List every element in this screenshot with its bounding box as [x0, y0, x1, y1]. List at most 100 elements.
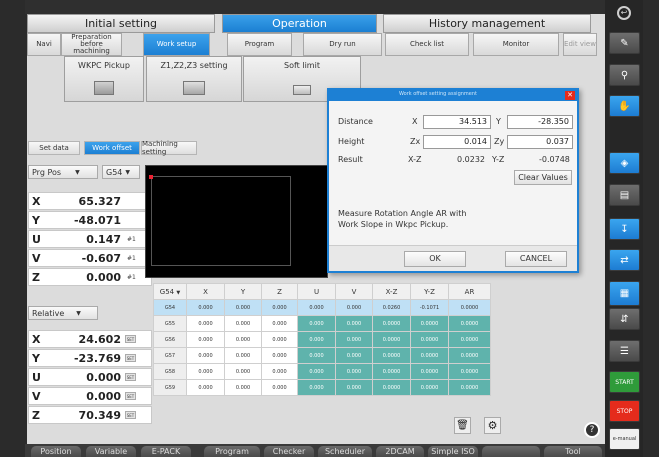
move-icon[interactable]: ⇄	[609, 249, 640, 271]
gear-icon[interactable]: ⚙	[484, 417, 501, 434]
table-cell[interactable]: 0.0000	[372, 379, 411, 396]
key-icon[interactable]: ⚲	[609, 64, 640, 86]
jog-icon[interactable]: ⇵	[609, 308, 640, 330]
table-row[interactable]: G59 0.000 0.000 0.000 0.000 0.000 0.0000…	[153, 379, 491, 396]
pickup-z-setting[interactable]: Z1,Z2,Z3 setting	[146, 56, 242, 102]
table-cell[interactable]: 0.0000	[448, 331, 491, 348]
table-cell[interactable]: 0.0000	[410, 331, 449, 348]
table-cell[interactable]: 0.0000	[448, 363, 491, 380]
offset-selector[interactable]: G54 ▼	[153, 283, 187, 300]
table-cell[interactable]: 0.000	[224, 315, 262, 332]
coord-select[interactable]: G54 ▼	[102, 165, 140, 179]
table-cell[interactable]: 0.000	[186, 379, 225, 396]
bottom-tab-blank[interactable]	[482, 446, 540, 457]
e-manual-button[interactable]: e-manual	[609, 428, 640, 450]
set-button[interactable]: SET	[125, 335, 136, 343]
table-cell[interactable]: 0.000	[335, 379, 373, 396]
table-cell[interactable]: 0.000	[186, 347, 225, 364]
table-row[interactable]: G54 0.000 0.000 0.000 0.000 0.000 0.0260…	[153, 299, 491, 316]
edit-icon[interactable]: ✎	[609, 32, 640, 54]
align-icon[interactable]: ◈	[609, 152, 640, 174]
table-cell[interactable]: 0.000	[186, 363, 225, 380]
set-button[interactable]: SET	[125, 411, 136, 419]
subtab-check-list[interactable]: Check list	[385, 33, 469, 56]
table-cell[interactable]: 0.0000	[410, 379, 449, 396]
table-cell[interactable]: 0.000	[224, 363, 262, 380]
table-cell[interactable]: 0.000	[186, 315, 225, 332]
table-cell[interactable]: 0.0000	[410, 363, 449, 380]
split-icon[interactable]: ☰	[609, 340, 640, 362]
table-cell[interactable]: 0.000	[261, 363, 298, 380]
table-cell[interactable]: 0.0000	[372, 347, 411, 364]
hand-icon[interactable]: ✋	[609, 95, 640, 117]
table-cell[interactable]: 0.000	[261, 315, 298, 332]
table-cell[interactable]: 0.000	[224, 331, 262, 348]
table-cell[interactable]: 0.0000	[372, 315, 411, 332]
table-cell[interactable]: 0.0260	[372, 299, 411, 316]
ok-button[interactable]: OK	[404, 251, 466, 267]
relative-mode-select[interactable]: Relative ▼	[28, 306, 98, 320]
bottom-tab-simple-iso[interactable]: Simple ISO	[428, 446, 478, 457]
down-arrow-icon[interactable]: ↧	[609, 218, 640, 240]
table-cell[interactable]: 0.000	[224, 299, 262, 316]
start-button[interactable]: START	[609, 371, 640, 393]
table-cell[interactable]: 0.000	[335, 331, 373, 348]
table-cell[interactable]: 0.0000	[410, 347, 449, 364]
table-cell[interactable]: 0.000	[335, 363, 373, 380]
table-cell[interactable]: 0.000	[261, 331, 298, 348]
bottom-tab-checker[interactable]: Checker	[264, 446, 314, 457]
bottom-tab-2dcam[interactable]: 2DCAM	[376, 446, 424, 457]
table-cell[interactable]: 0.000	[297, 315, 336, 332]
bottom-tab-program[interactable]: Program	[204, 446, 260, 457]
table-cell[interactable]: 0.000	[224, 347, 262, 364]
bottom-tab-epack[interactable]: E-PACK	[141, 446, 191, 457]
table-cell[interactable]: 0.000	[297, 347, 336, 364]
table-cell[interactable]: 0.000	[261, 347, 298, 364]
table-cell[interactable]: 0.000	[261, 379, 298, 396]
table-row[interactable]: G55 0.000 0.000 0.000 0.000 0.000 0.0000…	[153, 315, 491, 332]
close-icon[interactable]: ✕	[565, 91, 575, 100]
bottom-tab-variable[interactable]: Variable	[86, 446, 136, 457]
cancel-button[interactable]: CANCEL	[505, 251, 567, 267]
subtab-dry-run[interactable]: Dry run	[303, 33, 382, 56]
trash-icon[interactable]: 🗑	[454, 417, 471, 434]
table-row[interactable]: G58 0.000 0.000 0.000 0.000 0.000 0.0000…	[153, 363, 491, 380]
bottom-tab-position[interactable]: Position	[31, 446, 81, 457]
table-cell[interactable]: 0.0000	[448, 299, 491, 316]
table-cell[interactable]: 0.000	[297, 299, 336, 316]
subtab-program[interactable]: Program	[227, 33, 292, 56]
zx-height-field[interactable]: 0.014	[423, 135, 491, 149]
tab-operation[interactable]: Operation	[222, 14, 377, 33]
back-icon[interactable]: ↩	[617, 6, 631, 20]
set-button[interactable]: SET	[125, 354, 136, 362]
table-cell[interactable]: 0.0000	[448, 315, 491, 332]
table-cell[interactable]: 0.0000	[448, 379, 491, 396]
tab-initial-setting[interactable]: Initial setting	[27, 14, 215, 33]
table-cell[interactable]: 0.000	[186, 331, 225, 348]
work-offset-button[interactable]: Work offset	[84, 141, 140, 155]
graphic-view[interactable]	[145, 165, 328, 278]
table-cell[interactable]: 0.000	[335, 315, 373, 332]
bottom-tab-scheduler[interactable]: Scheduler	[318, 446, 372, 457]
clear-values-button[interactable]: Clear Values	[514, 170, 572, 185]
table-cell[interactable]: 0.000	[297, 363, 336, 380]
stop-button[interactable]: STOP	[609, 400, 640, 422]
table-cell[interactable]: -0.1071	[410, 299, 449, 316]
y-distance-field[interactable]: -28.350	[507, 115, 573, 129]
table-cell[interactable]: 0.000	[297, 331, 336, 348]
table-cell[interactable]: 0.0000	[372, 331, 411, 348]
subtab-work-setup[interactable]: Work setup	[143, 33, 210, 56]
table-cell[interactable]: 0.000	[335, 299, 373, 316]
wire-icon[interactable]: ▤	[609, 184, 640, 206]
pos-mode-select[interactable]: Prg Pos ▼	[28, 165, 98, 179]
set-button[interactable]: SET	[125, 373, 136, 381]
help-icon[interactable]: ?	[584, 422, 600, 438]
table-cell[interactable]: 0.000	[186, 299, 225, 316]
table-row[interactable]: G57 0.000 0.000 0.000 0.000 0.000 0.0000…	[153, 347, 491, 364]
table-cell[interactable]: 0.000	[297, 379, 336, 396]
table-cell[interactable]: 0.0000	[448, 347, 491, 364]
tab-history-management[interactable]: History management	[383, 14, 591, 33]
subtab-edit-view[interactable]: Edit view	[563, 33, 597, 56]
subtab-monitor[interactable]: Monitor	[473, 33, 559, 56]
set-button[interactable]: SET	[125, 392, 136, 400]
